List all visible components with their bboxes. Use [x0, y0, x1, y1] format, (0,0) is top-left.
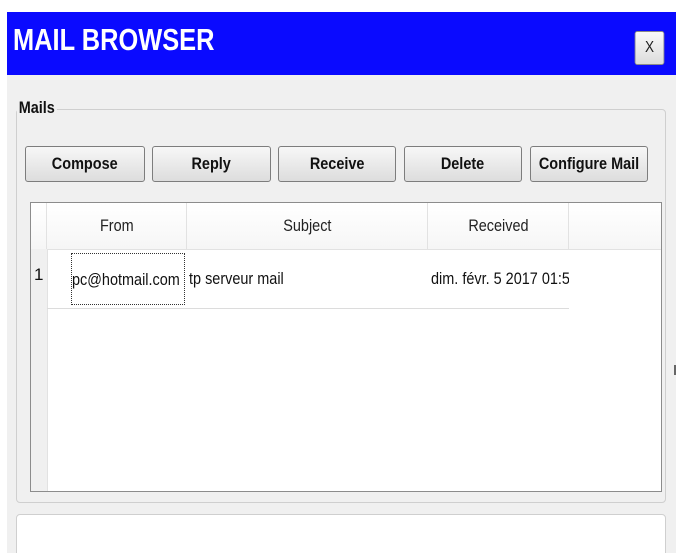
message-preview-panel[interactable] — [16, 514, 666, 553]
delete-button-label: Delete — [441, 154, 485, 173]
mails-group-label: Mails — [17, 98, 57, 118]
table-header: From Subject Received — [31, 203, 661, 250]
reply-button-label: Reply — [191, 154, 232, 173]
compose-button-label: Compose — [52, 154, 118, 173]
row-index-column — [31, 249, 48, 491]
row-number[interactable]: 1 — [34, 265, 43, 285]
table-row[interactable]: pc@hotmail.com tp serveur mail dim. févr… — [47, 250, 569, 309]
column-header-subject[interactable]: Subject — [187, 203, 428, 249]
cell-received[interactable]: dim. févr. 5 2017 01:5... — [431, 250, 569, 308]
resize-handle[interactable] — [674, 365, 676, 375]
column-header-from-label: From — [99, 216, 134, 235]
compose-button[interactable]: Compose — [25, 146, 145, 182]
delete-button[interactable]: Delete — [404, 146, 522, 182]
receive-button[interactable]: Receive — [278, 146, 396, 182]
row-index-header — [31, 203, 47, 249]
configure-mail-button-label: Configure Mail — [538, 154, 640, 173]
mail-table: From Subject Received 1 pc@hotmail.com t… — [30, 202, 662, 492]
receive-button-label: Receive — [309, 154, 365, 173]
cell-from-text: pc@hotmail.com — [72, 270, 180, 289]
cell-received-text: dim. févr. 5 2017 01:5... — [431, 269, 569, 288]
cell-subject[interactable]: tp serveur mail — [189, 250, 419, 308]
close-button[interactable]: X — [634, 31, 665, 65]
reply-button[interactable]: Reply — [152, 146, 271, 182]
column-header-subject-label: Subject — [282, 216, 332, 235]
window-title: MAIL BROWSER — [13, 22, 215, 57]
column-header-from[interactable]: From — [47, 203, 187, 249]
cell-subject-text: tp serveur mail — [189, 269, 284, 288]
mail-browser-window: MAIL BROWSER X Mails Compose Reply Recei… — [7, 12, 676, 553]
column-header-received[interactable]: Received — [428, 203, 569, 249]
cell-from[interactable]: pc@hotmail.com — [71, 253, 185, 305]
column-header-received-label: Received — [467, 216, 529, 235]
configure-mail-button[interactable]: Configure Mail — [530, 146, 648, 182]
title-bar: MAIL BROWSER X — [7, 12, 676, 75]
